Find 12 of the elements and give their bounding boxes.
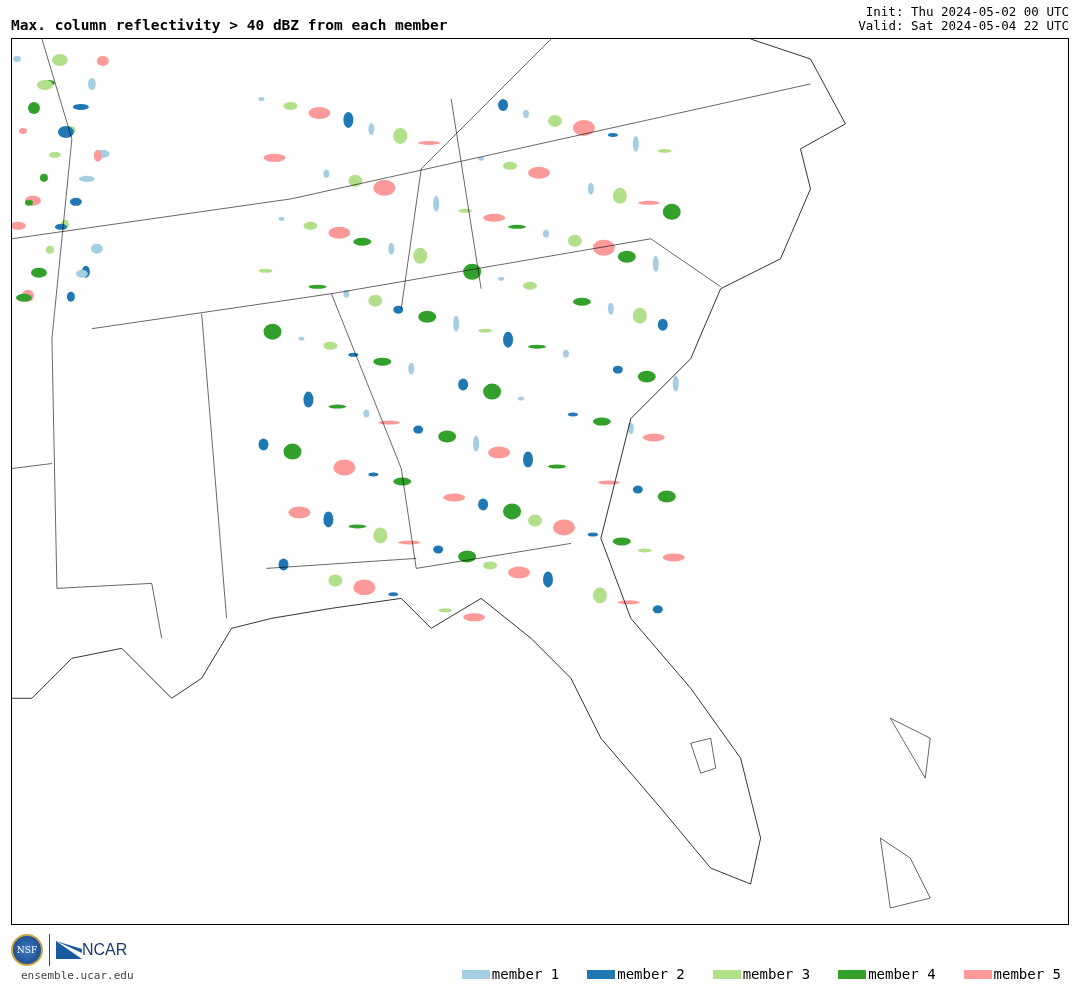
ncar-logo-text: NCAR (82, 941, 128, 959)
init-time: Init: Thu 2024-05-02 00 UTC (865, 5, 1069, 19)
site-url: ensemble.ucar.edu (20, 969, 134, 982)
legend-label: member 2 (617, 966, 685, 982)
legend-label: member 1 (491, 966, 560, 982)
legend-label: member 5 (993, 966, 1061, 982)
triangle-logo-icon (56, 941, 82, 959)
chart-title: Max. column reflectivity > 40 dBZ from each member (11, 17, 448, 33)
valid-time: Valid: Sat 2024-05-04 22 UTC (858, 19, 1069, 33)
legend-label: member 3 (742, 966, 811, 982)
nsf-logo: NSF (11, 934, 43, 966)
legend-label: member 4 (868, 966, 936, 982)
